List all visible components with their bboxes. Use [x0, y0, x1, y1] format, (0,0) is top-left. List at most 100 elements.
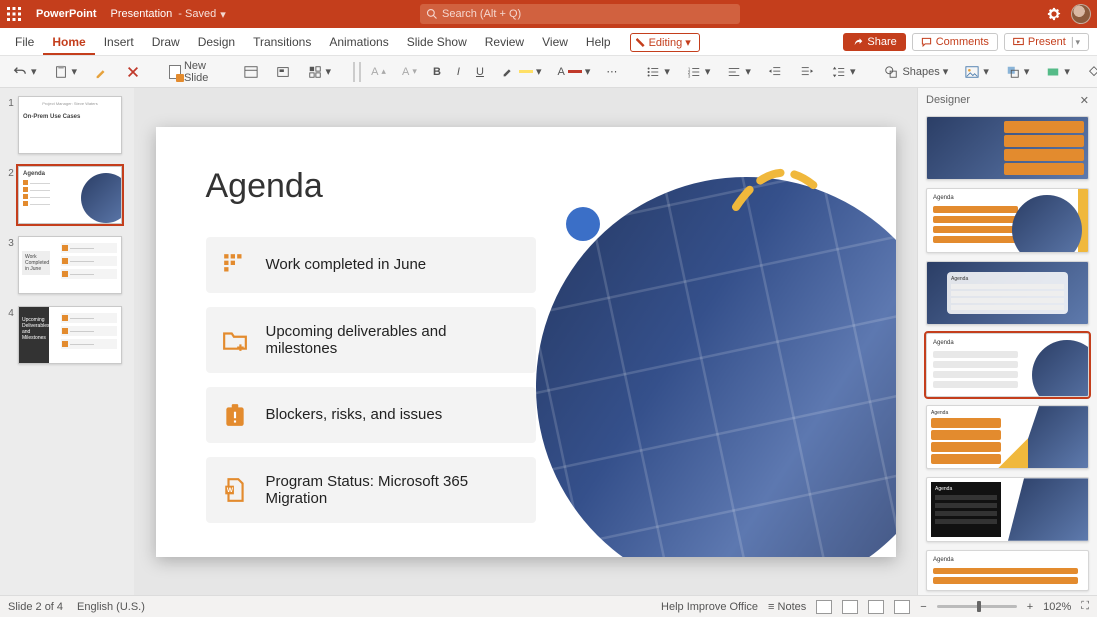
agenda-item-2[interactable]: Upcoming deliverables and milestones [206, 307, 536, 373]
new-slide-button[interactable]: New Slide [163, 57, 220, 87]
document-icon: W [222, 477, 248, 503]
ribbon: ▾ ▾ New Slide ▾ A▴ A▾ B I U ▾ A▾ ⋯ ▾ 123… [0, 56, 1097, 88]
layout-button[interactable] [237, 61, 265, 83]
delete-button[interactable] [119, 61, 147, 83]
clipboard-icon [53, 64, 69, 80]
search-input[interactable]: Search (Alt + Q) [420, 4, 740, 24]
design-suggestion-2[interactable]: Agenda [926, 188, 1089, 252]
menu-transitions[interactable]: Transitions [244, 31, 320, 55]
more-font-button[interactable]: ⋯ [600, 62, 623, 81]
agenda-item-1[interactable]: Work completed in June [206, 237, 536, 293]
design-suggestion-4[interactable]: Agenda [926, 333, 1089, 397]
decrease-font-button[interactable]: A▾ [396, 63, 423, 81]
agenda-item-4[interactable]: W Program Status: Microsoft 365 Migratio… [206, 457, 536, 523]
alert-icon [222, 402, 248, 428]
slide-title[interactable]: Agenda [206, 167, 323, 206]
comments-button[interactable]: Comments [912, 33, 998, 51]
zoom-out-button[interactable]: − [920, 601, 926, 613]
quick-styles-button[interactable]: ▾ [1039, 61, 1076, 83]
arrange-button[interactable]: ▾ [999, 61, 1036, 83]
menu-view[interactable]: View [533, 31, 577, 55]
section-button[interactable]: ▾ [301, 61, 338, 83]
help-improve-link[interactable]: Help Improve Office [661, 601, 758, 613]
menu-review[interactable]: Review [476, 31, 533, 55]
app-launcher-icon[interactable] [0, 0, 28, 28]
shapes-button[interactable]: Shapes ▾ [877, 61, 954, 83]
slide-thumbnail-3[interactable]: Work Completed in June ―――――― ―――――― ―――… [18, 236, 122, 294]
thumb-index: 4 [4, 306, 18, 364]
line-spacing-button[interactable]: ▾ [825, 61, 862, 83]
bullets-button[interactable]: ▾ [639, 61, 676, 83]
gear-icon[interactable] [1047, 7, 1061, 21]
bold-button[interactable]: B [427, 63, 447, 81]
font-color-button[interactable]: A▾ [551, 62, 596, 81]
increase-font-button[interactable]: A▴ [365, 63, 392, 81]
zoom-percent[interactable]: 102% [1043, 601, 1071, 613]
slide-thumbnail-4[interactable]: Upcoming Deliverables and Milestones ―――… [18, 306, 122, 364]
font-size-select[interactable] [359, 62, 361, 82]
notes-button[interactable]: ≡ Notes [768, 601, 806, 613]
close-icon[interactable]: ✕ [1080, 94, 1089, 107]
thumb-index: 1 [4, 96, 18, 154]
design-suggestion-3[interactable]: Agenda [926, 261, 1089, 325]
menu-design[interactable]: Design [189, 31, 244, 55]
slide-thumbnail-2[interactable]: Agenda ――――― ――――― ――――― ――――― [18, 166, 122, 224]
menu-help[interactable]: Help [577, 31, 620, 55]
present-button[interactable]: Present│▾ [1004, 33, 1089, 51]
sorter-view-button[interactable] [842, 600, 858, 614]
menu-home[interactable]: Home [43, 31, 94, 55]
undo-button[interactable]: ▾ [6, 61, 43, 83]
fit-to-window-button[interactable]: ⛶ [1081, 600, 1089, 613]
picture-button[interactable]: ▾ [958, 61, 995, 83]
highlight-button[interactable]: ▾ [494, 61, 548, 83]
design-suggestion-7[interactable]: Agenda [926, 550, 1089, 591]
paintbrush-icon [93, 64, 109, 80]
slide-counter[interactable]: Slide 2 of 4 [8, 601, 63, 613]
thumb-index: 2 [4, 166, 18, 224]
layout-icon [243, 64, 259, 80]
shape-fill-button[interactable]: ▾ [1080, 61, 1097, 83]
menu-slideshow[interactable]: Slide Show [398, 31, 476, 55]
avatar[interactable] [1071, 4, 1091, 24]
menu-bar: File Home Insert Draw Design Transitions… [0, 28, 1097, 56]
design-suggestion-6[interactable]: Agenda [926, 477, 1089, 541]
designer-pane: Designer ✕ Agenda Agenda [917, 88, 1097, 595]
agenda-text: Blockers, risks, and issues [266, 406, 443, 423]
menu-draw[interactable]: Draw [143, 31, 189, 55]
share-button[interactable]: Share [843, 33, 905, 51]
undo-icon [12, 64, 28, 80]
zoom-in-button[interactable]: + [1027, 601, 1033, 613]
shapes-icon [883, 64, 899, 80]
format-painter-button[interactable] [87, 61, 115, 83]
comment-icon [921, 37, 932, 48]
italic-button[interactable]: I [451, 63, 466, 81]
agenda-item-3[interactable]: Blockers, risks, and issues [206, 387, 536, 443]
chevron-down-icon[interactable]: ▾ [220, 8, 226, 21]
paste-button[interactable]: ▾ [47, 61, 84, 83]
design-suggestion-1[interactable] [926, 116, 1089, 180]
slideshow-view-button[interactable] [894, 600, 910, 614]
reset-button[interactable] [269, 61, 297, 83]
slide-canvas[interactable]: Agenda Work completed in June Upcoming d… [134, 88, 917, 595]
svg-text:W: W [226, 487, 233, 494]
design-suggestion-5[interactable]: Agenda [926, 405, 1089, 469]
indent-right-button[interactable] [793, 61, 821, 83]
menu-file[interactable]: File [6, 31, 43, 55]
decorative-arc [726, 157, 826, 217]
slide[interactable]: Agenda Work completed in June Upcoming d… [156, 127, 896, 557]
indent-left-button[interactable] [761, 61, 789, 83]
slide-thumbnail-1[interactable]: Project Manager: Steve Waters On-Prem Us… [18, 96, 122, 154]
editing-mode-dropdown[interactable]: Editing ▾ [630, 33, 700, 52]
menu-insert[interactable]: Insert [95, 31, 143, 55]
reading-view-button[interactable] [868, 600, 884, 614]
font-name-select[interactable] [353, 62, 355, 82]
numbering-button[interactable]: 123▾ [680, 61, 717, 83]
align-button[interactable]: ▾ [720, 61, 757, 83]
zoom-slider[interactable] [937, 605, 1017, 608]
document-title[interactable]: Presentation [105, 8, 179, 20]
menu-animations[interactable]: Animations [320, 31, 397, 55]
language-status[interactable]: English (U.S.) [77, 601, 145, 613]
underline-button[interactable]: U [470, 63, 490, 81]
normal-view-button[interactable] [816, 600, 832, 614]
delete-icon [125, 64, 141, 80]
